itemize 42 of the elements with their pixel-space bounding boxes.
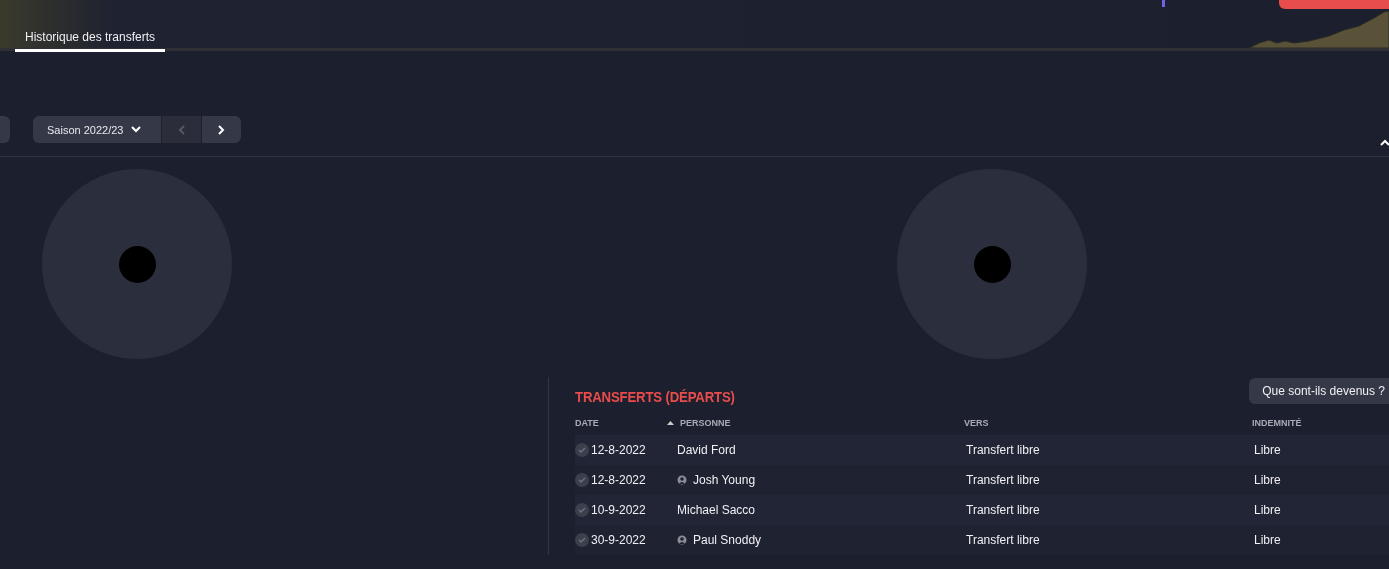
table-row[interactable]: 12-8-2022 David Ford Transfert libre Libre — [575, 435, 1389, 465]
column-header[interactable]: VERS — [964, 418, 989, 428]
dot — [973, 245, 1011, 283]
table-row[interactable]: 10-9-2022 Michael Sacco Transfert libre Libre — [575, 495, 1389, 525]
table-cell: 12-8-2022 — [591, 443, 646, 457]
table-cell: Transfert libre — [966, 473, 1040, 487]
chevron-right-icon — [218, 124, 225, 135]
table-cell: Libre — [1254, 473, 1281, 487]
chevron-down-icon — [131, 126, 142, 133]
toolbar-button[interactable] — [0, 116, 10, 143]
table-cell: Libre — [1254, 533, 1281, 547]
table-cell: Josh Young — [693, 473, 756, 487]
tab[interactable]: Historique des transferts — [15, 30, 166, 52]
table-cell: Transfert libre — [966, 533, 1040, 547]
table-cell: Transfert libre — [966, 503, 1040, 517]
table-cell: 10-9-2022 — [591, 503, 646, 517]
season-dropdown[interactable]: Saison 2022/23 — [33, 116, 161, 143]
check-icon — [575, 473, 589, 487]
table-cell: 30-9-2022 — [591, 533, 646, 547]
table-cell: Libre — [1254, 503, 1281, 517]
table-cell: David Ford — [677, 443, 736, 457]
action-button[interactable] — [1279, 0, 1389, 9]
column-header[interactable]: INDEMNITÉ — [1252, 418, 1302, 428]
table-cell: Libre — [1254, 443, 1281, 457]
check-icon — [575, 533, 589, 547]
section-title: TRANSFERTS (DÉPARTS) — [575, 388, 735, 405]
table-row[interactable]: 12-8-2022 Josh Young Transfert libre Libre — [575, 465, 1389, 495]
chevron-left-icon — [178, 124, 185, 135]
que-sont-ils-devenus-button[interactable]: Que sont-ils devenus ? — [1249, 378, 1389, 404]
table-cell: 12-8-2022 — [591, 473, 646, 487]
check-icon — [575, 443, 589, 457]
next-button[interactable] — [202, 116, 241, 143]
table-cell: Transfert libre — [966, 443, 1040, 457]
table-cell: Michael Sacco — [677, 503, 756, 517]
column-header[interactable]: PERSONNE — [680, 418, 731, 428]
table-cell: Paul Snoddy — [693, 533, 762, 547]
column-header[interactable]: DATE — [575, 418, 599, 428]
check-icon — [575, 503, 589, 517]
table-row[interactable]: 30-9-2022 Paul Snoddy Transfert libre Libre — [575, 525, 1389, 555]
dot — [118, 245, 156, 283]
date-marker — [1162, 0, 1165, 7]
chevron-up-icon[interactable] — [1380, 139, 1389, 146]
